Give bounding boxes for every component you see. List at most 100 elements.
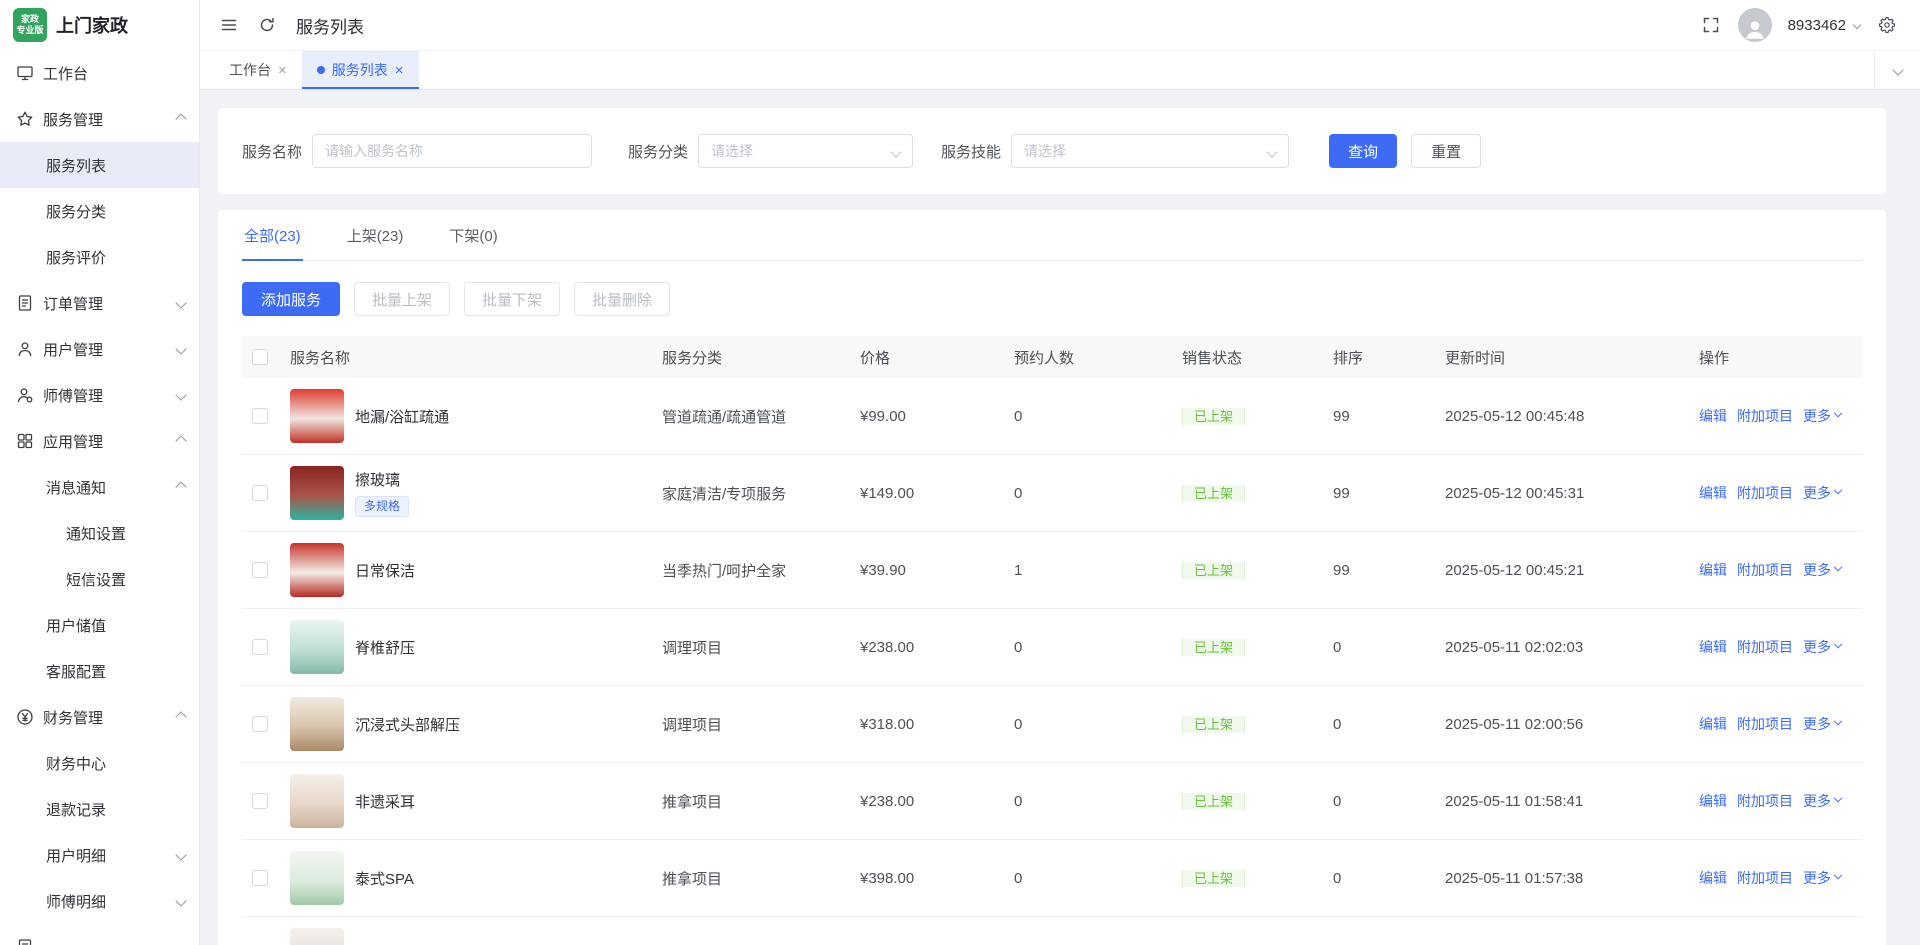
sidebar-item[interactable]: 财务中心 bbox=[0, 740, 199, 786]
batch-button[interactable]: 批量删除 bbox=[574, 282, 670, 316]
sidebar-item-label: 服务管理 bbox=[43, 109, 103, 130]
addon-project-link[interactable]: 附加项目 bbox=[1737, 406, 1793, 426]
sort-value: 0 bbox=[1333, 793, 1445, 810]
sidebar-item[interactable]: 服务分类 bbox=[0, 188, 199, 234]
avatar[interactable] bbox=[1738, 8, 1772, 42]
list-tab[interactable]: 上架(23) bbox=[345, 210, 406, 261]
more-link[interactable]: 更多 bbox=[1803, 791, 1841, 811]
more-link[interactable]: 更多 bbox=[1803, 560, 1841, 580]
sidebar-item[interactable] bbox=[0, 924, 199, 945]
service-name: 擦玻璃 bbox=[355, 469, 400, 490]
sidebar-item[interactable]: 短信设置 bbox=[0, 556, 199, 602]
service-category-select[interactable]: 请选择 bbox=[698, 134, 913, 168]
updated-time: 2025-05-11 01:58:41 bbox=[1445, 793, 1699, 810]
fullscreen-icon[interactable] bbox=[1700, 14, 1722, 36]
more-link[interactable]: 更多 bbox=[1803, 637, 1841, 657]
sidebar-item[interactable]: 客服配置 bbox=[0, 648, 199, 694]
row-checkbox[interactable] bbox=[252, 562, 268, 578]
status-badge: 已上架 bbox=[1182, 793, 1245, 810]
sidebar-item[interactable]: 师傅明细 bbox=[0, 878, 199, 924]
sidebar-item[interactable]: 应用管理 bbox=[0, 418, 199, 464]
more-link[interactable]: 更多 bbox=[1803, 483, 1841, 503]
more-link[interactable]: 更多 bbox=[1803, 406, 1841, 426]
table-row: 日常保洁当季热门/呵护全家¥39.901已上架992025-05-12 00:4… bbox=[242, 532, 1862, 609]
row-checkbox[interactable] bbox=[252, 639, 268, 655]
row-checkbox[interactable] bbox=[252, 793, 268, 809]
filter-card: 服务名称 服务分类 请选择 服务技能 请选择 查询 重置 bbox=[218, 108, 1886, 194]
sidebar-item[interactable]: 订单管理 bbox=[0, 280, 199, 326]
sidebar-item[interactable]: 工作台 bbox=[0, 50, 199, 96]
edit-link[interactable]: 编辑 bbox=[1699, 406, 1727, 426]
collapse-sidebar-icon[interactable] bbox=[218, 14, 240, 36]
batch-button[interactable]: 批量下架 bbox=[464, 282, 560, 316]
more-link[interactable]: 更多 bbox=[1803, 714, 1841, 734]
service-skill-select[interactable]: 请选择 bbox=[1011, 134, 1289, 168]
row-checkbox[interactable] bbox=[252, 716, 268, 732]
addon-project-link[interactable]: 附加项目 bbox=[1737, 637, 1793, 657]
add-service-button[interactable]: 添加服务 bbox=[242, 282, 340, 316]
row-checkbox[interactable] bbox=[252, 408, 268, 424]
addon-project-link[interactable]: 附加项目 bbox=[1737, 560, 1793, 580]
tab-label: 工作台 bbox=[229, 60, 271, 80]
gear-icon[interactable] bbox=[1876, 14, 1898, 36]
service-name: 地漏/浴缸疏通 bbox=[355, 406, 449, 427]
sidebar-item[interactable]: 用户管理 bbox=[0, 326, 199, 372]
status-badge: 已上架 bbox=[1182, 870, 1245, 887]
edit-link[interactable]: 编辑 bbox=[1699, 791, 1727, 811]
sidebar-item[interactable]: 消息通知 bbox=[0, 464, 199, 510]
list-tab[interactable]: 全部(23) bbox=[242, 210, 303, 261]
sidebar-item-label: 用户管理 bbox=[43, 339, 103, 360]
sidebar-item[interactable]: 服务列表 bbox=[0, 142, 199, 188]
edit-link[interactable]: 编辑 bbox=[1699, 714, 1727, 734]
updated-time: 2025-05-11 02:02:03 bbox=[1445, 639, 1699, 656]
workspace-tab[interactable]: 服务列表× bbox=[302, 51, 419, 89]
document-icon bbox=[16, 294, 34, 312]
table-row: 泰式SPA推拿项目¥398.000已上架02025-05-11 01:57:38… bbox=[242, 840, 1862, 917]
sidebar-item[interactable]: 服务管理 bbox=[0, 96, 199, 142]
refresh-icon[interactable] bbox=[256, 14, 278, 36]
list-tabs: 全部(23) 上架(23) 下架(0) bbox=[242, 210, 1862, 261]
edit-link[interactable]: 编辑 bbox=[1699, 637, 1727, 657]
sidebar-item[interactable]: 用户明细 bbox=[0, 832, 199, 878]
reset-button[interactable]: 重置 bbox=[1411, 134, 1481, 168]
service-category: 调理项目 bbox=[662, 637, 860, 658]
chevron-down-icon bbox=[1834, 717, 1842, 725]
row-checkbox[interactable] bbox=[252, 870, 268, 886]
search-button[interactable]: 查询 bbox=[1329, 134, 1397, 168]
close-icon[interactable]: × bbox=[278, 63, 287, 78]
close-icon[interactable]: × bbox=[395, 63, 404, 78]
table-row: 地漏/浴缸疏通管道疏通/疏通管道¥99.000已上架992025-05-12 0… bbox=[242, 378, 1862, 455]
addon-project-link[interactable]: 附加项目 bbox=[1737, 868, 1793, 888]
service-name-input[interactable] bbox=[312, 134, 592, 168]
workspace-tab[interactable]: 工作台 × bbox=[214, 51, 302, 89]
edit-link[interactable]: 编辑 bbox=[1699, 868, 1727, 888]
sidebar-item-label: 客服配置 bbox=[46, 661, 106, 682]
sidebar-menu: 工作台服务管理服务列表服务分类服务评价订单管理用户管理师傅管理应用管理消息通知通… bbox=[0, 50, 199, 945]
batch-button[interactable]: 批量上架 bbox=[354, 282, 450, 316]
list-tab[interactable]: 下架(0) bbox=[447, 210, 499, 261]
sidebar-item[interactable]: 财务管理 bbox=[0, 694, 199, 740]
service-price: ¥238.00 bbox=[860, 639, 1014, 656]
sidebar-item[interactable]: 用户储值 bbox=[0, 602, 199, 648]
sidebar-item[interactable]: 师傅管理 bbox=[0, 372, 199, 418]
more-link[interactable]: 更多 bbox=[1803, 868, 1841, 888]
service-thumbnail bbox=[290, 697, 344, 751]
row-checkbox[interactable] bbox=[252, 485, 268, 501]
sidebar-item-label: 消息通知 bbox=[46, 477, 106, 498]
select-all-checkbox[interactable] bbox=[252, 349, 268, 365]
addon-project-link[interactable]: 附加项目 bbox=[1737, 714, 1793, 734]
brand-title: 上门家政 bbox=[56, 12, 128, 38]
sidebar-item[interactable]: 服务评价 bbox=[0, 234, 199, 280]
active-dot-icon bbox=[317, 66, 325, 74]
sidebar-item[interactable]: 退款记录 bbox=[0, 786, 199, 832]
user-menu[interactable]: 8933462 bbox=[1788, 17, 1860, 34]
addon-project-link[interactable]: 附加项目 bbox=[1737, 791, 1793, 811]
sidebar-item[interactable]: 通知设置 bbox=[0, 510, 199, 556]
tab-actions-dropdown[interactable] bbox=[1874, 51, 1920, 89]
column-header: 服务名称 bbox=[290, 347, 662, 368]
edit-link[interactable]: 编辑 bbox=[1699, 483, 1727, 503]
column-header: 服务分类 bbox=[662, 347, 860, 368]
addon-project-link[interactable]: 附加项目 bbox=[1737, 483, 1793, 503]
edit-link[interactable]: 编辑 bbox=[1699, 560, 1727, 580]
status-badge: 已上架 bbox=[1182, 639, 1245, 656]
